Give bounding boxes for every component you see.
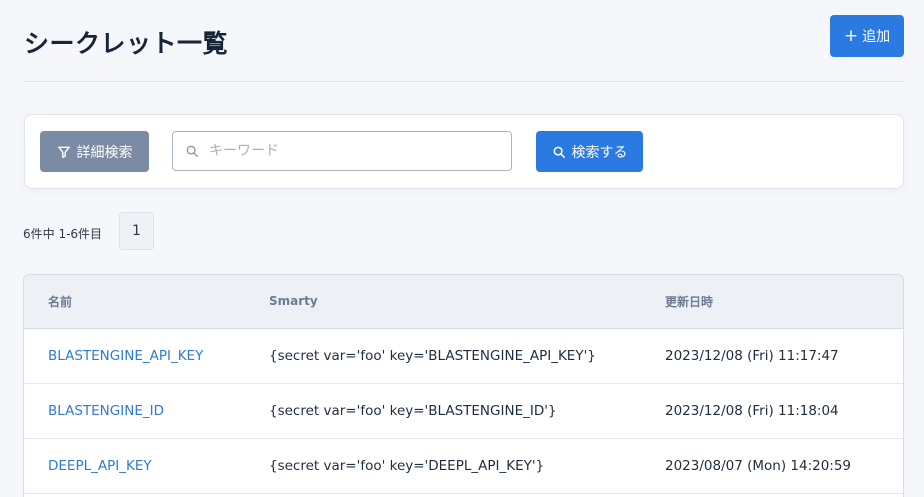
search-icon <box>552 145 566 159</box>
search-panel: 詳細検索 検索する <box>24 114 904 189</box>
secret-name-link[interactable]: DEEPL_API_KEY <box>48 458 152 474</box>
table-row: DEEPL_API_KEY {secret var='foo' key='DEE… <box>24 438 903 494</box>
funnel-icon <box>57 145 71 159</box>
smarty-tag: {secret var='foo' key='BLASTENGINE_API_K… <box>245 328 641 384</box>
secret-name-link[interactable]: BLASTENGINE_ID <box>48 403 164 419</box>
table-row: BLASTENGINE_ID {secret var='foo' key='BL… <box>24 383 903 439</box>
smarty-tag: {secret var='foo' key='DEEPL_API_KEY'} <box>245 438 641 494</box>
result-count: 6件中 1-6件目 <box>23 227 103 241</box>
keyword-search-field[interactable] <box>172 131 512 171</box>
advanced-search-button[interactable]: 詳細検索 <box>40 131 149 172</box>
column-header-name[interactable]: 名前 <box>24 275 245 329</box>
column-header-updated[interactable]: 更新日時 <box>641 275 903 329</box>
search-button-label: 検索する <box>571 144 628 161</box>
plus-icon: + <box>843 25 859 46</box>
secret-name-link[interactable]: BLASTENGINE_API_KEY <box>48 348 203 364</box>
secrets-table: 名前 Smarty 更新日時 BLASTENGINE_API_KEY {secr… <box>23 274 904 497</box>
updated-at: 2023/08/07 (Mon) 14:20:59 <box>641 438 903 494</box>
updated-at: 2023/12/08 (Fri) 11:17:47 <box>641 328 903 384</box>
add-button-label: 追加 <box>862 29 891 45</box>
page-title: シークレット一覧 <box>24 29 229 58</box>
keyword-input[interactable] <box>209 143 499 159</box>
table-row: BLASTENGINE_API_KEY {secret var='foo' ke… <box>24 328 903 384</box>
advanced-search-label: 詳細検索 <box>76 144 133 161</box>
page-header: シークレット一覧 + 追加 <box>24 0 904 82</box>
updated-at: 2023/12/08 (Fri) 11:18:04 <box>641 383 903 439</box>
smarty-tag: {secret var='foo' key='BLASTENGINE_ID'} <box>245 383 641 439</box>
add-button[interactable]: + 追加 <box>830 15 904 57</box>
page-button-1[interactable]: 1 <box>119 212 154 250</box>
search-icon <box>185 144 199 158</box>
column-header-smarty[interactable]: Smarty <box>245 275 641 329</box>
search-button[interactable]: 検索する <box>536 131 643 172</box>
table-header-row: 名前 Smarty 更新日時 <box>24 275 903 329</box>
